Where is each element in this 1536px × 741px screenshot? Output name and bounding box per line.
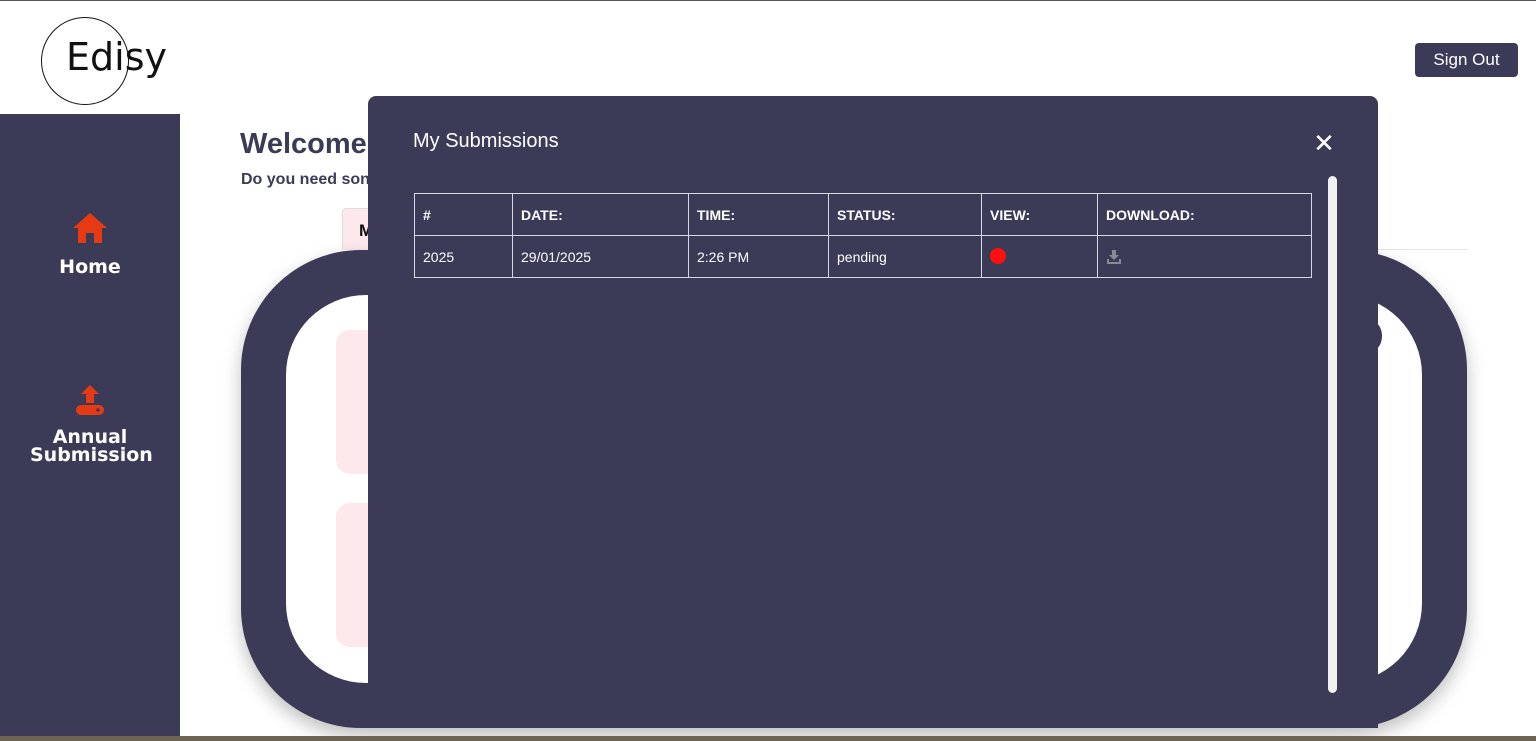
modal-scrollbar[interactable]: [1328, 176, 1337, 693]
cell-date: 29/01/2025: [512, 235, 689, 278]
bottom-strip: [0, 736, 1536, 741]
cell-number: 2025: [414, 235, 513, 278]
home-icon: [73, 213, 107, 243]
submissions-modal: My Submissions ✕ # DATE: TIME: STATUS: V…: [368, 96, 1378, 728]
column-header: DATE:: [512, 193, 689, 236]
cell-view: [981, 235, 1098, 278]
sidebar-item-label: Home: [59, 256, 121, 278]
column-header: #: [414, 193, 513, 236]
table-row: 2025 29/01/2025 2:26 PM pending: [414, 235, 1312, 278]
column-header: TIME:: [688, 193, 829, 236]
column-header: DOWNLOAD:: [1097, 193, 1312, 236]
upload-icon: [76, 385, 104, 415]
submissions-table: # DATE: TIME: STATUS: VIEW: DOWNLOAD: 20…: [414, 193, 1312, 278]
modal-title: My Submissions: [413, 130, 559, 152]
table-header-row: # DATE: TIME: STATUS: VIEW: DOWNLOAD:: [414, 193, 1312, 236]
sidebar-item-label: Annual Submission: [30, 426, 153, 466]
cell-status: pending: [828, 235, 982, 278]
welcome-heading: Welcome: [240, 128, 367, 160]
sidebar: Home Annual Submission: [0, 114, 180, 741]
column-header: VIEW:: [981, 193, 1098, 236]
sign-out-button[interactable]: Sign Out: [1415, 43, 1518, 77]
sidebar-item-home[interactable]: Home: [0, 212, 180, 278]
logo[interactable]: Edisy: [66, 35, 167, 79]
cell-download: [1097, 235, 1312, 278]
column-header: STATUS:: [828, 193, 982, 236]
cell-time: 2:26 PM: [688, 235, 829, 278]
download-icon[interactable]: [1106, 249, 1122, 265]
welcome-subline: Do you need son: [241, 171, 370, 188]
sidebar-item-annual-submission[interactable]: Annual Submission: [0, 384, 180, 466]
view-button[interactable]: [990, 247, 1006, 264]
close-icon[interactable]: ✕: [1312, 131, 1336, 157]
